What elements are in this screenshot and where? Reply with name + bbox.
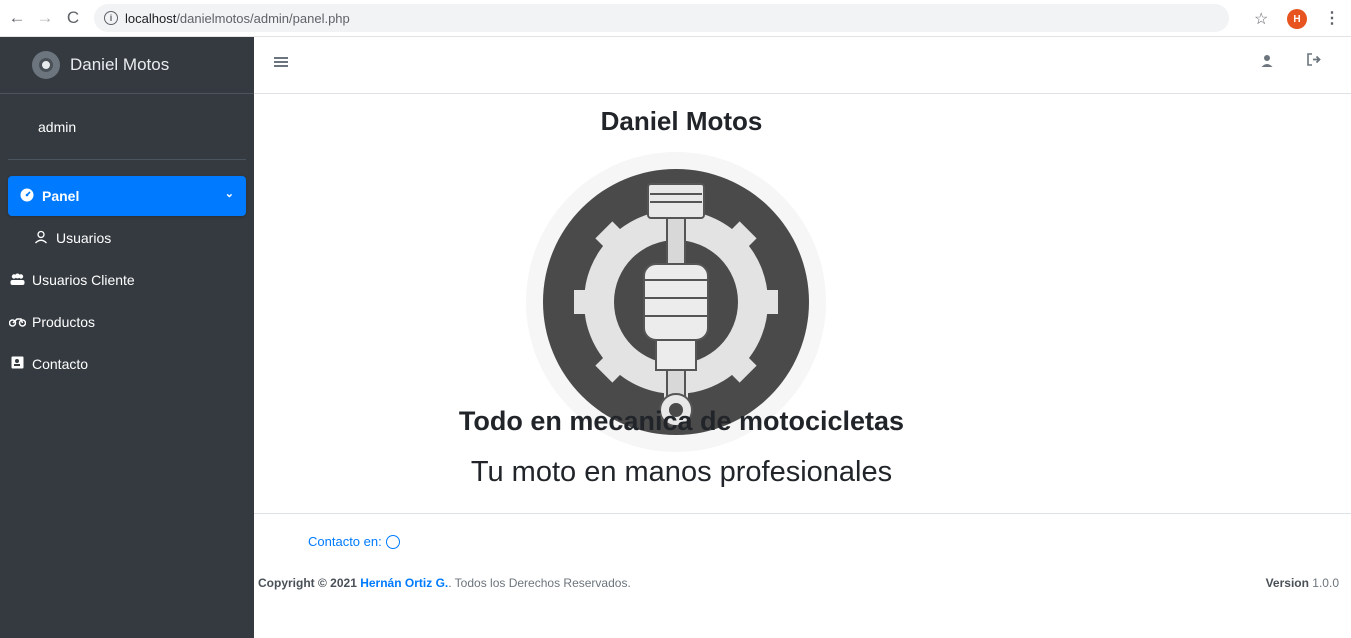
user-icon [32, 230, 50, 247]
bookmark-star-icon[interactable]: ☆ [1254, 9, 1268, 29]
top-navbar [254, 37, 1351, 94]
sidebar-item-label: Contacto [32, 356, 89, 372]
copyright-suffix: . Todos los Derechos Reservados. [448, 576, 631, 590]
tachometer-icon [18, 188, 36, 205]
profile-avatar[interactable]: H [1287, 9, 1307, 29]
brand-logo-icon [32, 51, 60, 79]
sidebar-item-panel[interactable]: Panel ⌄ [8, 176, 246, 216]
sidebar-item-label: Panel [42, 188, 80, 204]
back-button[interactable]: ← [6, 7, 28, 29]
reload-button[interactable]: C [62, 7, 84, 29]
sidebar-item-contacto[interactable]: Contacto [8, 344, 246, 384]
version-info: Version 1.0.0 [1266, 576, 1339, 590]
contact-link[interactable]: Contacto en: [308, 534, 400, 549]
motorcycle-icon [8, 315, 26, 330]
browser-menu-icon[interactable]: ⋮ [1324, 8, 1340, 28]
sidebar-item-productos[interactable]: Productos [8, 302, 246, 342]
version-value: 1.0.0 [1312, 576, 1339, 590]
sidebar: Daniel Motos admin Panel ⌄ Usuarios Usua… [0, 37, 254, 638]
user-panel: admin [8, 94, 246, 160]
version-label: Version [1265, 576, 1309, 590]
chevron-down-icon: ⌄ [224, 188, 234, 200]
address-card-icon [8, 356, 26, 372]
users-icon [8, 273, 26, 288]
browser-toolbar: ← → C i localhost/danielmotos/admin/pane… [0, 0, 1351, 37]
sidebar-item-usuarios[interactable]: Usuarios [8, 218, 246, 258]
sidebar-menu: Panel ⌄ Usuarios Usuarios Cliente Produc… [0, 176, 254, 384]
sidebar-item-label: Productos [32, 314, 96, 330]
subtitle: Tu moto en manos profesionales [470, 456, 893, 488]
user-icon[interactable] [1260, 54, 1274, 71]
address-bar[interactable]: i localhost/danielmotos/admin/panel.php [94, 4, 1229, 32]
forward-button[interactable]: → [34, 7, 56, 29]
copyright-text: Copyright © 2021 Hernán Ortiz G.. Todos … [258, 576, 631, 590]
brand-name: Daniel Motos [70, 55, 170, 74]
info-icon[interactable]: i [104, 11, 118, 25]
url-path: /danielmotos/admin/panel.php [176, 10, 350, 26]
footer: Contacto en: Copyright © 2021 Hernán Ort… [254, 513, 1351, 638]
whatsapp-icon[interactable] [385, 534, 400, 549]
author-link[interactable]: Hernán Ortiz G. [360, 576, 448, 590]
page-title: Daniel Motos [600, 106, 763, 136]
contact-label: Contacto en: [308, 534, 382, 549]
logout-icon[interactable] [1307, 53, 1322, 69]
url-host: localhost [125, 10, 177, 26]
user-name[interactable]: admin [38, 119, 76, 135]
brand-link[interactable]: Daniel Motos [0, 37, 254, 94]
sidebar-item-usuarios-cliente[interactable]: Usuarios Cliente [8, 260, 246, 300]
sidebar-item-label: Usuarios Cliente [32, 272, 135, 288]
main-content: Daniel Motos Todo en mecanica de motocic… [254, 94, 1351, 514]
hamburger-menu-icon[interactable] [274, 55, 288, 69]
sidebar-item-label: Usuarios [56, 230, 112, 246]
tagline: Todo en mecanica de motocicletas [458, 406, 905, 436]
copyright-prefix: Copyright © 2021 [258, 576, 357, 590]
